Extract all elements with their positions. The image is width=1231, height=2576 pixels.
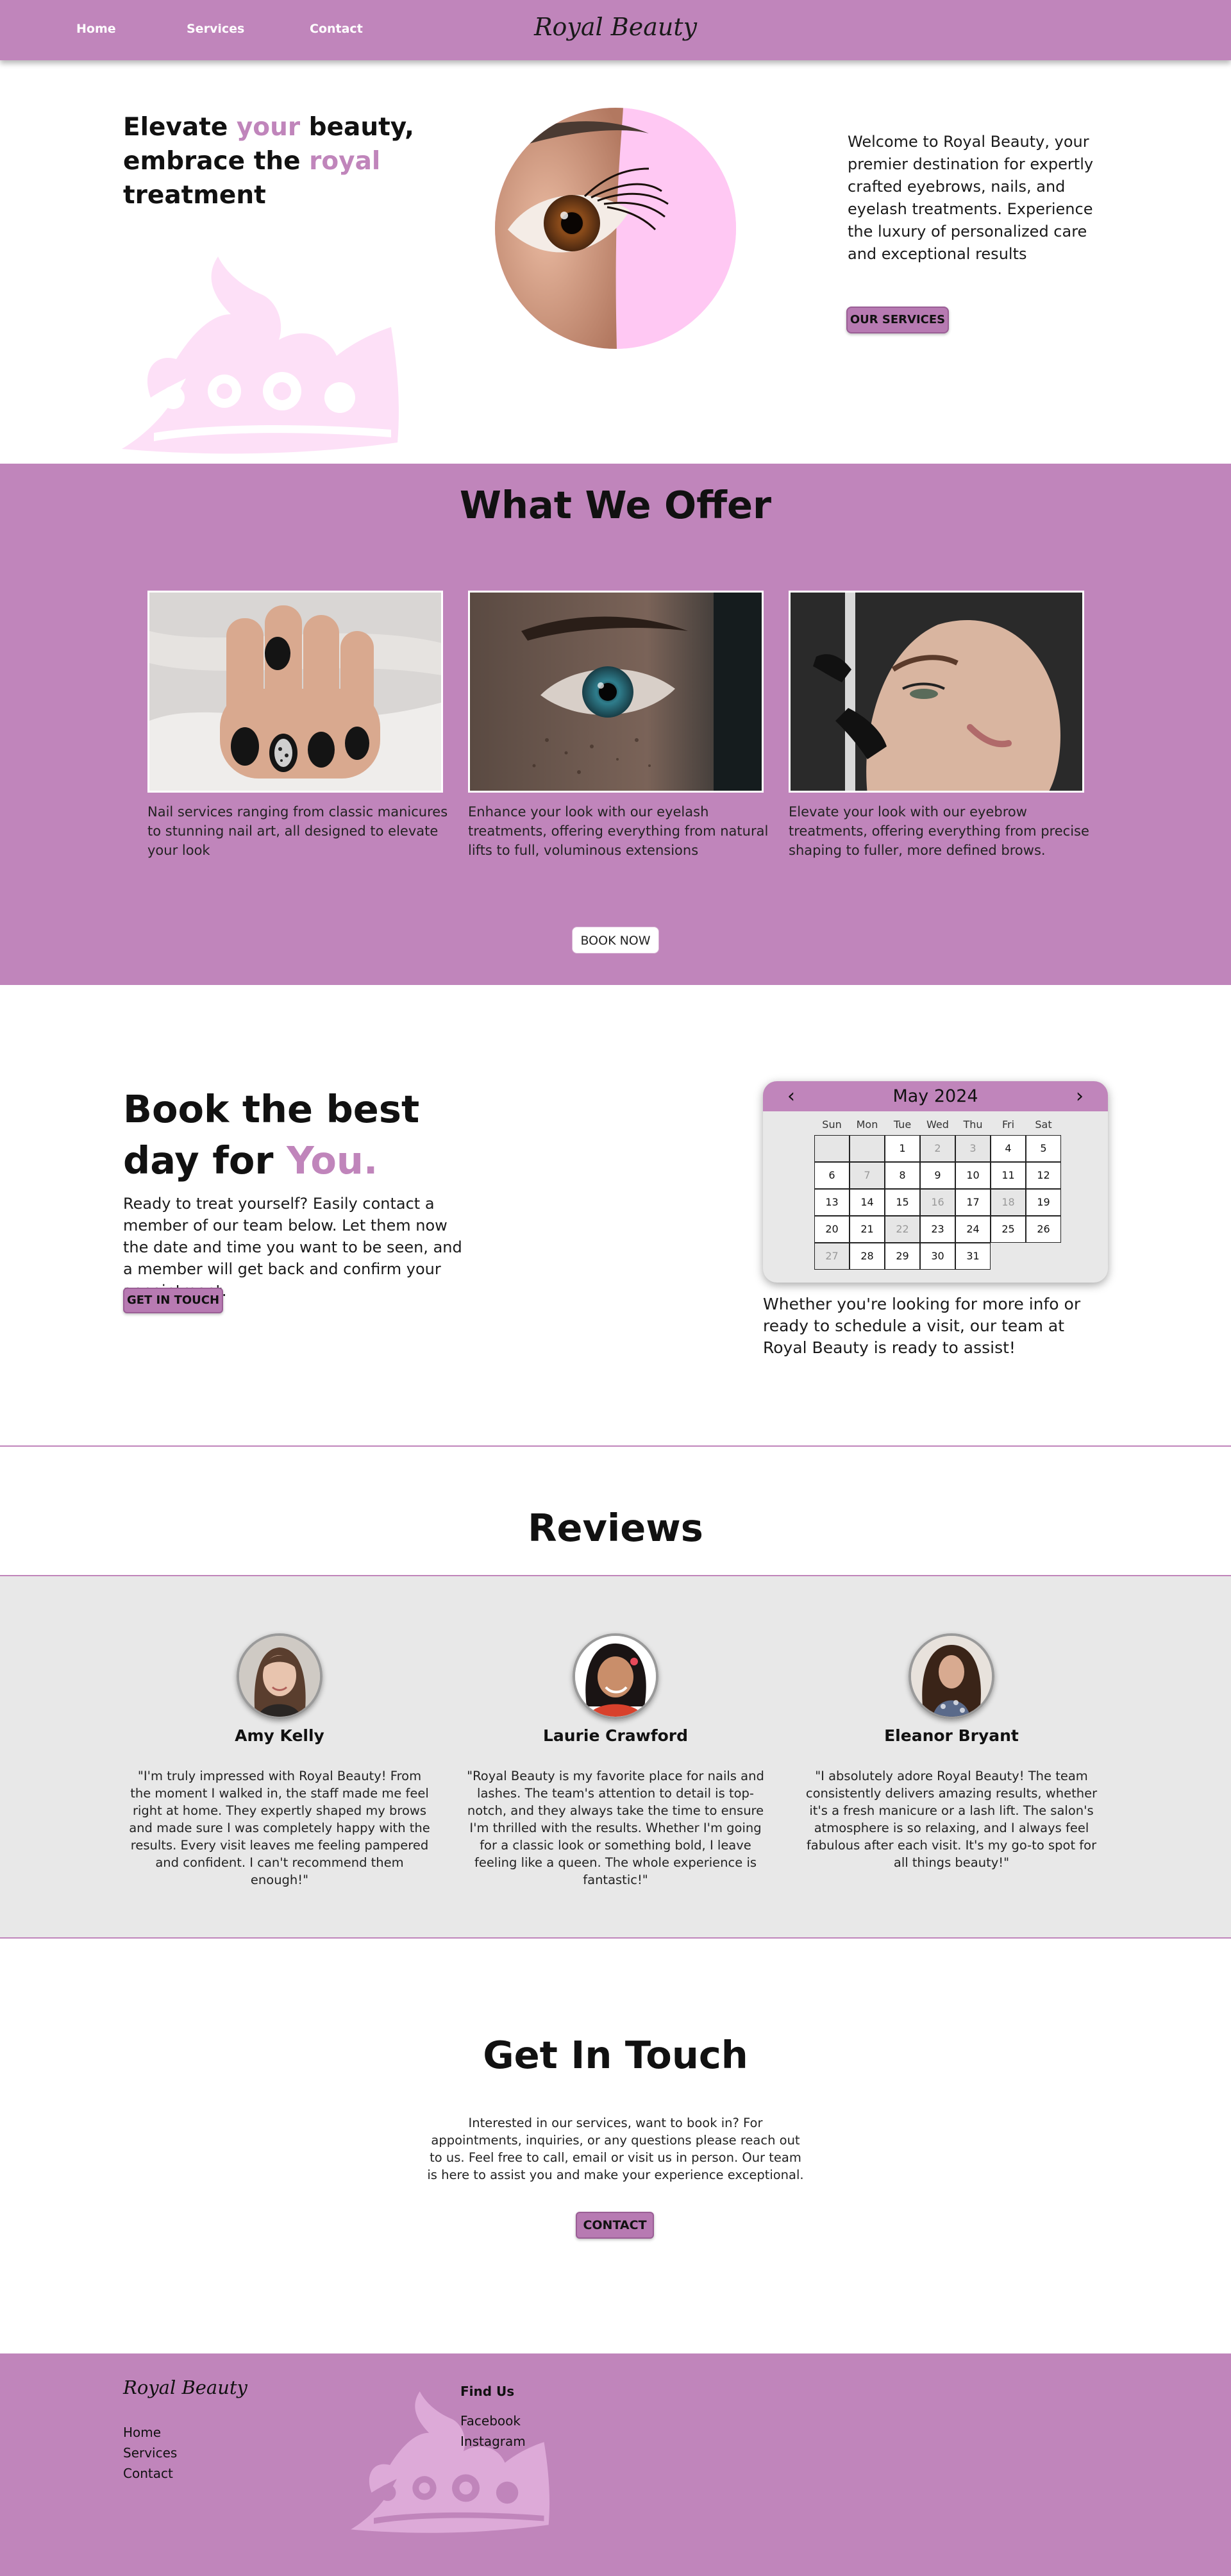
eyelash-service-text: Enhance your look with our eyelash treat… bbox=[468, 804, 769, 858]
calendar-day[interactable]: 28 bbox=[850, 1243, 885, 1270]
calendar-day[interactable]: 31 bbox=[955, 1243, 991, 1270]
nails-service-text: Nail services ranging from classic manic… bbox=[147, 804, 448, 858]
nails-service-image bbox=[147, 591, 443, 793]
calendar-day[interactable]: 7 bbox=[850, 1162, 885, 1189]
calendar-day[interactable]: 12 bbox=[1026, 1162, 1061, 1189]
calendar-day[interactable]: 3 bbox=[955, 1135, 991, 1162]
calendar-day[interactable]: 2 bbox=[920, 1135, 955, 1162]
brand-logo[interactable]: Royal Beauty bbox=[0, 13, 1231, 41]
calendar-day[interactable]: 27 bbox=[814, 1243, 850, 1270]
calendar-day[interactable]: 24 bbox=[955, 1216, 991, 1243]
calendar-day[interactable]: 9 bbox=[920, 1162, 955, 1189]
calendar-day[interactable]: 16 bbox=[920, 1189, 955, 1216]
crown-watermark-icon bbox=[122, 257, 399, 454]
reviewer-name: Amy Kelly bbox=[235, 1726, 324, 1745]
calendar-day[interactable]: 8 bbox=[885, 1162, 920, 1189]
calendar-day[interactable]: 20 bbox=[814, 1216, 850, 1243]
calendar-weekday-label: Thu bbox=[963, 1118, 983, 1131]
contact-title: Get In Touch bbox=[483, 2033, 748, 2077]
calendar-weekday-label: Sun bbox=[822, 1118, 842, 1131]
review-text: "Royal Beauty is my favorite place for n… bbox=[467, 1769, 764, 1887]
section-divider bbox=[0, 1937, 1231, 1939]
facebook-link[interactable]: Facebook bbox=[460, 2413, 521, 2429]
review-text: "I absolutely adore Royal Beauty! The te… bbox=[805, 1769, 1098, 1870]
eyebrow-service-image bbox=[789, 591, 1084, 793]
calendar-weekday-label: Tue bbox=[893, 1118, 912, 1131]
calendar-month-title: May 2024 bbox=[892, 1086, 978, 1106]
calendar-day[interactable]: 1 bbox=[885, 1135, 920, 1162]
book-now-button[interactable]: BOOK NOW bbox=[572, 927, 659, 954]
reviewer-name: Eleanor Bryant bbox=[884, 1726, 1019, 1745]
avatar bbox=[909, 1633, 994, 1719]
footer-contact-link[interactable]: Contact bbox=[123, 2466, 173, 2481]
footer-services-link[interactable]: Services bbox=[123, 2445, 177, 2461]
avatar bbox=[573, 1633, 658, 1719]
hero-welcome-text: Welcome to Royal Beauty, your premier de… bbox=[848, 133, 1094, 263]
calendar-day[interactable]: 6 bbox=[814, 1162, 850, 1189]
booking-note: Whether you're looking for more info or … bbox=[763, 1295, 1081, 1357]
reviewer-name: Laurie Crawford bbox=[542, 1726, 689, 1745]
crown-watermark-icon bbox=[351, 2391, 550, 2533]
calendar-prev-icon[interactable]: ‹ bbox=[787, 1085, 795, 1107]
calendar-day[interactable]: 26 bbox=[1026, 1216, 1061, 1243]
calendar-day[interactable]: 11 bbox=[991, 1162, 1026, 1189]
instagram-link[interactable]: Instagram bbox=[460, 2434, 526, 2449]
calendar-day[interactable]: 19 bbox=[1026, 1189, 1061, 1216]
booking-calendar: May 2024 ‹ › Sun Mon Tue Wed Thu Fri Sat 1 2 3 4 5 6… bbox=[763, 1081, 1108, 1283]
calendar-day[interactable]: 25 bbox=[991, 1216, 1026, 1243]
section-divider bbox=[0, 1445, 1231, 1447]
calendar-weekday-label: Fri bbox=[1001, 1118, 1015, 1131]
footer-brand-logo[interactable]: Royal Beauty bbox=[123, 2377, 247, 2398]
calendar-weekday-label: Wed bbox=[926, 1118, 949, 1131]
footer-home-link[interactable]: Home bbox=[123, 2425, 161, 2440]
calendar-day[interactable]: 29 bbox=[885, 1243, 920, 1270]
booking-text: Ready to treat yourself? Easily contact … bbox=[123, 1195, 462, 1300]
calendar-day[interactable]: 21 bbox=[850, 1216, 885, 1243]
calendar-weekday-label: Mon bbox=[856, 1118, 878, 1131]
calendar-day[interactable]: 15 bbox=[885, 1189, 920, 1216]
calendar-next-icon[interactable]: › bbox=[1076, 1085, 1084, 1107]
calendar-day[interactable]: 18 bbox=[991, 1189, 1026, 1216]
calendar-day[interactable]: 13 bbox=[814, 1189, 850, 1216]
offer-title: What We Offer bbox=[459, 483, 772, 527]
calendar-day bbox=[850, 1135, 885, 1162]
calendar-day[interactable]: 17 bbox=[955, 1189, 991, 1216]
eyelash-service-image bbox=[468, 591, 764, 793]
find-us-title: Find Us bbox=[460, 2384, 515, 2399]
review-text: "I'm truly impressed with Royal Beauty! … bbox=[129, 1769, 430, 1887]
calendar-day[interactable]: 14 bbox=[850, 1189, 885, 1216]
hero-eye-image bbox=[495, 108, 736, 349]
calendar-day[interactable]: 23 bbox=[920, 1216, 955, 1243]
eyebrow-service-text: Elevate your look with our eyebrow treat… bbox=[789, 804, 1089, 858]
calendar-day[interactable]: 22 bbox=[885, 1216, 920, 1243]
calendar-day[interactable]: 5 bbox=[1026, 1135, 1061, 1162]
reviews-title: Reviews bbox=[528, 1506, 703, 1550]
calendar-day[interactable]: 10 bbox=[955, 1162, 991, 1189]
contact-button[interactable]: CONTACT bbox=[576, 2212, 654, 2239]
our-services-button[interactable]: OUR SERVICES bbox=[846, 307, 949, 333]
get-in-touch-button[interactable]: GET IN TOUCH bbox=[123, 1288, 223, 1313]
calendar-day[interactable]: 4 bbox=[991, 1135, 1026, 1162]
calendar-day[interactable]: 30 bbox=[920, 1243, 955, 1270]
avatar bbox=[237, 1633, 322, 1719]
hero-title: Elevate your beauty, embrace the royal t… bbox=[123, 113, 414, 210]
top-nav: Home Services Contact Royal Beauty bbox=[0, 0, 1231, 60]
booking-title: Book the best day for You. bbox=[123, 1087, 420, 1183]
calendar-day bbox=[814, 1135, 850, 1162]
section-divider bbox=[0, 1575, 1231, 1576]
calendar-weekday-label: Sat bbox=[1035, 1118, 1052, 1131]
contact-text: Interested in our services, want to book… bbox=[427, 2116, 804, 2182]
